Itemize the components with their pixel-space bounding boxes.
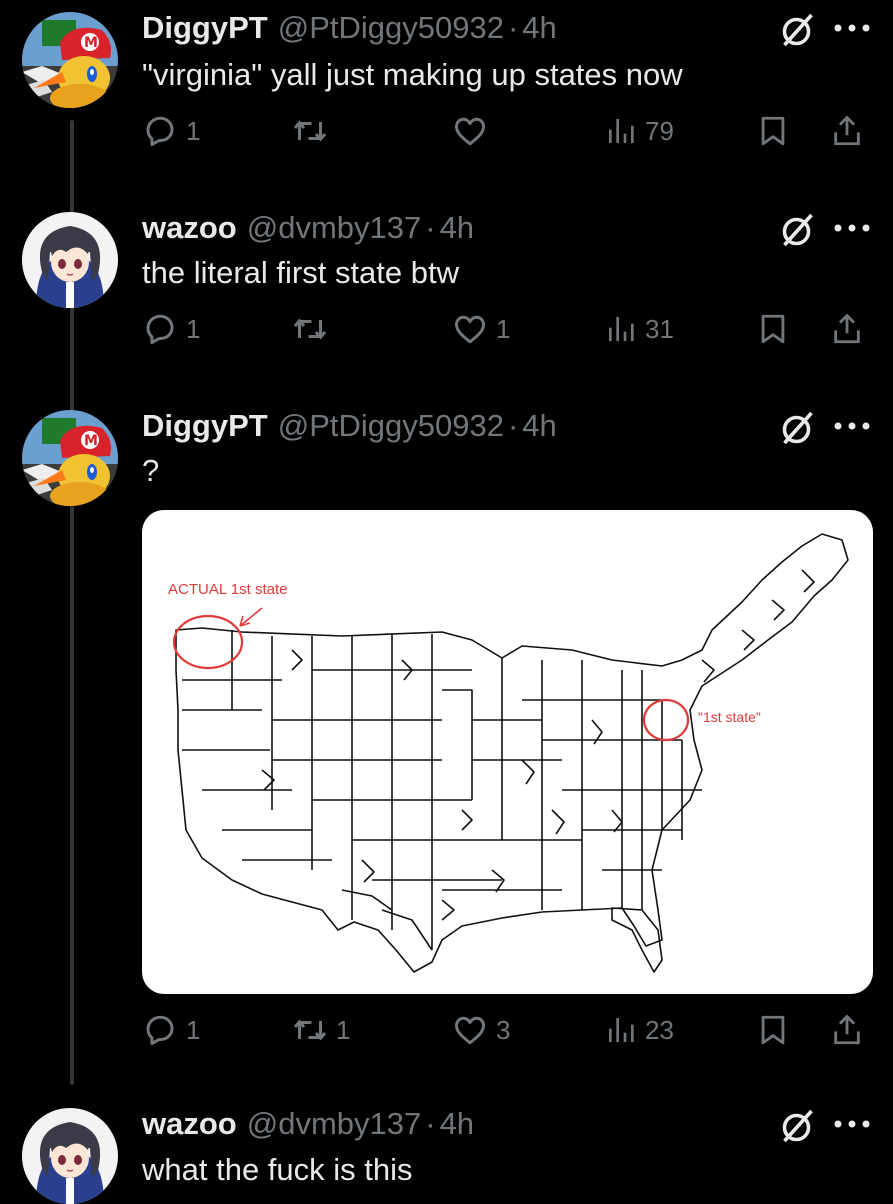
- reply-icon: [142, 1012, 178, 1048]
- user-handle[interactable]: @PtDiggy50932: [278, 408, 504, 443]
- timestamp[interactable]: 4h: [522, 408, 556, 443]
- separator-dot: ·: [507, 10, 519, 45]
- reply-icon: [142, 311, 178, 347]
- reply-count: 1: [186, 313, 201, 344]
- tweet-header: wazoo @dvmby137 · 4h: [142, 212, 474, 243]
- like-button[interactable]: [452, 111, 496, 151]
- bookmark-icon: [756, 312, 790, 346]
- repost-count: 1: [336, 1014, 351, 1045]
- bookmark-icon: [756, 1013, 790, 1047]
- action-bar: 1 79: [142, 111, 872, 151]
- tweet-text: ?: [142, 453, 160, 488]
- more-options-icon[interactable]: [832, 22, 872, 34]
- avatar[interactable]: [22, 212, 118, 308]
- tweet-header: wazoo @dvmby137 · 4h: [142, 1108, 474, 1139]
- mario-avatar-icon: [22, 12, 118, 108]
- anime-avatar-icon: [22, 212, 118, 308]
- tweet-header: DiggyPT @PtDiggy50932 · 4h: [142, 410, 557, 441]
- like-icon: [452, 1012, 488, 1048]
- avatar[interactable]: [22, 12, 118, 108]
- views-icon: [605, 313, 637, 345]
- views-count: 31: [645, 313, 674, 344]
- grok-icon[interactable]: [780, 410, 816, 446]
- anime-avatar-icon: [22, 1108, 118, 1204]
- grok-icon[interactable]: [780, 212, 816, 248]
- tweet-4[interactable]: wazoo @dvmby137 · 4h what the fuck is this: [0, 1096, 893, 1204]
- annotation-actual: ACTUAL 1st state: [168, 581, 288, 670]
- bookmark-button[interactable]: [756, 1010, 790, 1050]
- user-handle[interactable]: @dvmby137: [247, 1106, 422, 1141]
- separator-dot: ·: [425, 1106, 436, 1141]
- repost-button[interactable]: 1: [292, 1010, 350, 1050]
- repost-icon: [292, 311, 328, 347]
- share-icon: [830, 1013, 864, 1047]
- views-count: 79: [645, 115, 674, 146]
- user-handle[interactable]: @dvmby137: [247, 210, 422, 245]
- like-icon: [452, 113, 488, 149]
- views-icon: [605, 115, 637, 147]
- timestamp[interactable]: 4h: [440, 1106, 474, 1141]
- annotation-left-label: ACTUAL 1st state: [168, 581, 288, 598]
- user-handle[interactable]: @PtDiggy50932: [278, 10, 504, 45]
- views-button[interactable]: 23: [605, 1010, 674, 1050]
- grok-icon[interactable]: [780, 1108, 816, 1144]
- more-options-icon[interactable]: [832, 420, 872, 432]
- avatar[interactable]: [22, 1108, 118, 1204]
- display-name[interactable]: DiggyPT: [142, 10, 268, 45]
- action-bar: 1 1 3 23: [142, 1010, 872, 1050]
- avatar[interactable]: [22, 410, 118, 506]
- repost-button[interactable]: [292, 309, 336, 349]
- tweet-text: what the fuck is this: [142, 1152, 413, 1187]
- reply-button[interactable]: 1: [142, 111, 200, 151]
- views-button[interactable]: 31: [605, 309, 674, 349]
- timestamp[interactable]: 4h: [440, 210, 474, 245]
- reply-count: 1: [186, 1014, 201, 1045]
- grok-icon[interactable]: [780, 12, 816, 48]
- share-icon: [830, 114, 864, 148]
- mario-avatar-icon: [22, 410, 118, 506]
- share-button[interactable]: [830, 309, 864, 349]
- like-icon: [452, 311, 488, 347]
- share-button[interactable]: [830, 1010, 864, 1050]
- repost-icon: [292, 113, 328, 149]
- display-name[interactable]: wazoo: [142, 1106, 237, 1141]
- timestamp[interactable]: 4h: [522, 10, 556, 45]
- tweet-text: "virginia" yall just making up states no…: [142, 57, 683, 92]
- us-map-image: ACTUAL 1st state "1st state": [168, 533, 849, 973]
- more-options-icon[interactable]: [832, 222, 872, 234]
- reply-button[interactable]: 1: [142, 1010, 200, 1050]
- repost-button[interactable]: [292, 111, 336, 151]
- bookmark-button[interactable]: [756, 309, 790, 349]
- reply-button[interactable]: 1: [142, 309, 200, 349]
- tweet-header: DiggyPT @PtDiggy50932 · 4h: [142, 12, 557, 43]
- more-options-icon[interactable]: [832, 1118, 872, 1130]
- tweet-text: the literal first state btw: [142, 255, 460, 290]
- annotation-circle-right: [642, 698, 690, 742]
- like-button[interactable]: 1: [452, 309, 510, 349]
- separator-dot: ·: [425, 210, 436, 245]
- reply-icon: [142, 113, 178, 149]
- bookmark-button[interactable]: [756, 111, 790, 151]
- tweet-2[interactable]: wazoo @dvmby137 · 4h the literal first stat…: [0, 200, 893, 400]
- separator-dot: ·: [507, 408, 519, 443]
- like-count: 1: [496, 313, 511, 344]
- us-county-outline: [175, 533, 849, 973]
- tweet-3[interactable]: DiggyPT @PtDiggy50932 · 4h ? ACTUAL 1st …: [0, 398, 893, 1084]
- views-count: 23: [645, 1014, 674, 1045]
- like-button[interactable]: 3: [452, 1010, 510, 1050]
- share-icon: [830, 312, 864, 346]
- views-icon: [605, 1014, 637, 1046]
- action-bar: 1 1 31: [142, 309, 872, 349]
- repost-icon: [292, 1012, 328, 1048]
- bookmark-icon: [756, 114, 790, 148]
- annotation-right-label: "1st state": [698, 709, 761, 725]
- tweet-1[interactable]: DiggyPT @PtDiggy50932 · 4h "virginia" yall …: [0, 0, 893, 200]
- display-name[interactable]: DiggyPT: [142, 408, 268, 443]
- like-count: 3: [496, 1014, 511, 1045]
- reply-count: 1: [186, 115, 201, 146]
- share-button[interactable]: [830, 111, 864, 151]
- media-image-us-map[interactable]: ACTUAL 1st state "1st state": [142, 510, 873, 994]
- views-button[interactable]: 79: [605, 111, 674, 151]
- display-name[interactable]: wazoo: [142, 210, 237, 245]
